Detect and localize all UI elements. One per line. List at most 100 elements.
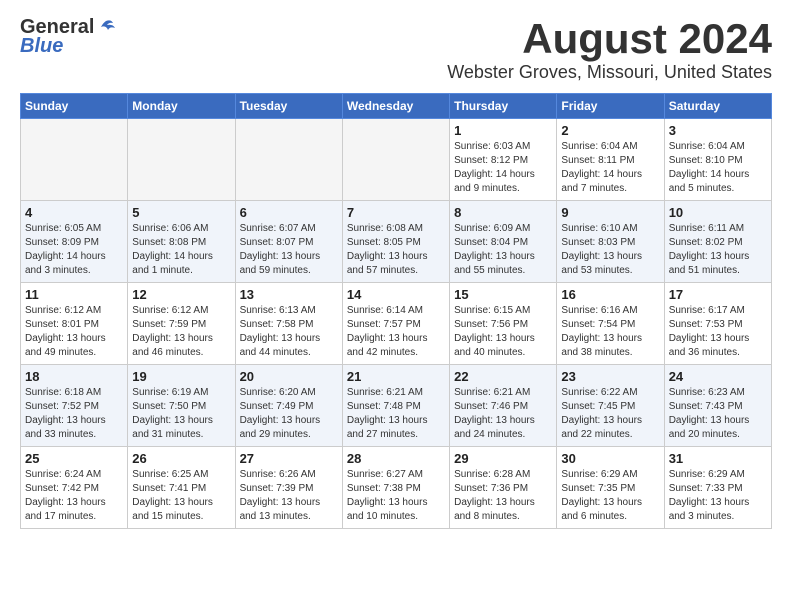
calendar-day-cell: 9Sunrise: 6:10 AM Sunset: 8:03 PM Daylig…	[557, 201, 664, 283]
day-number: 10	[669, 205, 767, 220]
calendar-week-row: 25 Sunrise: 6:24 AM Sunset: 7:42 PM Dayli…	[21, 447, 772, 529]
day-number: 17	[669, 287, 767, 302]
calendar-body: 1 Sunrise: 6:03 AM Sunset: 8:12 PM Daylig…	[21, 119, 772, 529]
weekday-header-cell: Thursday	[450, 94, 557, 119]
day-info: Sunrise: 6:13 AM Sunset: 7:58 PM Dayligh…	[240, 304, 338, 360]
calendar-day-cell: 15Sunrise: 6:15 AM Sunset: 7:56 PM Dayli…	[450, 283, 557, 365]
calendar-day-cell: 29Sunrise: 6:28 AM Sunset: 7:36 PM Dayli…	[450, 447, 557, 529]
calendar-day-cell	[235, 119, 342, 201]
day-info: Sunrise: 6:23 AM Sunset: 7:43 PM Dayligh…	[669, 386, 767, 442]
day-info: Sunrise: 6:21 AM Sunset: 7:46 PM Dayligh…	[454, 386, 552, 442]
calendar-day-cell: 20 Sunrise: 6:20 AM Sunset: 7:49 PM Dayli…	[235, 365, 342, 447]
day-number: 11	[25, 287, 123, 302]
calendar-day-cell: 2 Sunrise: 6:04 AM Sunset: 8:11 PM Daylig…	[557, 119, 664, 201]
month-title: August 2024	[447, 16, 772, 62]
weekday-header-cell: Wednesday	[342, 94, 449, 119]
day-number: 24	[669, 369, 767, 384]
day-number: 7	[347, 205, 445, 220]
day-number: 16	[561, 287, 659, 302]
location-title: Webster Groves, Missouri, United States	[447, 62, 772, 83]
calendar-day-cell: 3Sunrise: 6:04 AM Sunset: 8:10 PM Daylig…	[664, 119, 771, 201]
calendar-day-cell: 18 Sunrise: 6:18 AM Sunset: 7:52 PM Dayli…	[21, 365, 128, 447]
day-info: Sunrise: 6:05 AM Sunset: 8:09 PM Dayligh…	[25, 222, 123, 278]
weekday-header-row: SundayMondayTuesdayWednesdayThursdayFrid…	[21, 94, 772, 119]
day-info: Sunrise: 6:14 AM Sunset: 7:57 PM Dayligh…	[347, 304, 445, 360]
day-number: 29	[454, 451, 552, 466]
calendar-day-cell: 8 Sunrise: 6:09 AM Sunset: 8:04 PM Daylig…	[450, 201, 557, 283]
calendar-day-cell: 6Sunrise: 6:07 AM Sunset: 8:07 PM Daylig…	[235, 201, 342, 283]
day-number: 13	[240, 287, 338, 302]
day-info: Sunrise: 6:12 AM Sunset: 8:01 PM Dayligh…	[25, 304, 123, 360]
calendar-day-cell	[128, 119, 235, 201]
day-info: Sunrise: 6:08 AM Sunset: 8:05 PM Dayligh…	[347, 222, 445, 278]
title-section: August 2024 Webster Groves, Missouri, Un…	[447, 16, 772, 83]
calendar-day-cell: 30 Sunrise: 6:29 AM Sunset: 7:35 PM Dayli…	[557, 447, 664, 529]
day-number: 18	[25, 369, 123, 384]
day-info: Sunrise: 6:18 AM Sunset: 7:52 PM Dayligh…	[25, 386, 123, 442]
calendar-day-cell	[21, 119, 128, 201]
day-number: 22	[454, 369, 552, 384]
day-number: 14	[347, 287, 445, 302]
day-number: 8	[454, 205, 552, 220]
day-number: 31	[669, 451, 767, 466]
day-info: Sunrise: 6:07 AM Sunset: 8:07 PM Dayligh…	[240, 222, 338, 278]
calendar-day-cell: 21 Sunrise: 6:21 AM Sunset: 7:48 PM Dayli…	[342, 365, 449, 447]
calendar-day-cell: 25 Sunrise: 6:24 AM Sunset: 7:42 PM Dayli…	[21, 447, 128, 529]
day-number: 5	[132, 205, 230, 220]
day-info: Sunrise: 6:29 AM Sunset: 7:33 PM Dayligh…	[669, 468, 767, 524]
day-info: Sunrise: 6:19 AM Sunset: 7:50 PM Dayligh…	[132, 386, 230, 442]
day-info: Sunrise: 6:29 AM Sunset: 7:35 PM Dayligh…	[561, 468, 659, 524]
calendar-day-cell: 13 Sunrise: 6:13 AM Sunset: 7:58 PM Dayli…	[235, 283, 342, 365]
calendar-week-row: 1 Sunrise: 6:03 AM Sunset: 8:12 PM Daylig…	[21, 119, 772, 201]
day-info: Sunrise: 6:06 AM Sunset: 8:08 PM Dayligh…	[132, 222, 230, 278]
day-number: 27	[240, 451, 338, 466]
calendar-day-cell: 27Sunrise: 6:26 AM Sunset: 7:39 PM Dayli…	[235, 447, 342, 529]
calendar-week-row: 4 Sunrise: 6:05 AM Sunset: 8:09 PM Daylig…	[21, 201, 772, 283]
day-info: Sunrise: 6:24 AM Sunset: 7:42 PM Dayligh…	[25, 468, 123, 524]
day-info: Sunrise: 6:11 AM Sunset: 8:02 PM Dayligh…	[669, 222, 767, 278]
calendar-day-cell: 16 Sunrise: 6:16 AM Sunset: 7:54 PM Dayli…	[557, 283, 664, 365]
day-info: Sunrise: 6:03 AM Sunset: 8:12 PM Dayligh…	[454, 140, 552, 196]
calendar-table: SundayMondayTuesdayWednesdayThursdayFrid…	[20, 93, 772, 529]
calendar-day-cell: 22 Sunrise: 6:21 AM Sunset: 7:46 PM Dayli…	[450, 365, 557, 447]
weekday-header-cell: Tuesday	[235, 94, 342, 119]
day-number: 2	[561, 123, 659, 138]
calendar-day-cell: 28Sunrise: 6:27 AM Sunset: 7:38 PM Dayli…	[342, 447, 449, 529]
calendar-day-cell: 11 Sunrise: 6:12 AM Sunset: 8:01 PM Dayli…	[21, 283, 128, 365]
weekday-header-cell: Sunday	[21, 94, 128, 119]
calendar-day-cell: 24 Sunrise: 6:23 AM Sunset: 7:43 PM Dayli…	[664, 365, 771, 447]
day-info: Sunrise: 6:12 AM Sunset: 7:59 PM Dayligh…	[132, 304, 230, 360]
calendar-day-cell: 4 Sunrise: 6:05 AM Sunset: 8:09 PM Daylig…	[21, 201, 128, 283]
day-info: Sunrise: 6:09 AM Sunset: 8:04 PM Dayligh…	[454, 222, 552, 278]
day-number: 1	[454, 123, 552, 138]
logo-blue: Blue	[20, 35, 63, 58]
weekday-header-cell: Friday	[557, 94, 664, 119]
weekday-header-cell: Monday	[128, 94, 235, 119]
calendar-day-cell: 23 Sunrise: 6:22 AM Sunset: 7:45 PM Dayli…	[557, 365, 664, 447]
weekday-header-cell: Saturday	[664, 94, 771, 119]
day-info: Sunrise: 6:15 AM Sunset: 7:56 PM Dayligh…	[454, 304, 552, 360]
logo-bird-icon	[95, 17, 117, 39]
day-info: Sunrise: 6:21 AM Sunset: 7:48 PM Dayligh…	[347, 386, 445, 442]
day-number: 25	[25, 451, 123, 466]
day-number: 30	[561, 451, 659, 466]
page-header: General Blue August 2024 Webster Groves,…	[20, 16, 772, 83]
day-info: Sunrise: 6:20 AM Sunset: 7:49 PM Dayligh…	[240, 386, 338, 442]
day-number: 23	[561, 369, 659, 384]
day-info: Sunrise: 6:10 AM Sunset: 8:03 PM Dayligh…	[561, 222, 659, 278]
day-info: Sunrise: 6:25 AM Sunset: 7:41 PM Dayligh…	[132, 468, 230, 524]
day-info: Sunrise: 6:04 AM Sunset: 8:11 PM Dayligh…	[561, 140, 659, 196]
day-number: 20	[240, 369, 338, 384]
calendar-week-row: 11 Sunrise: 6:12 AM Sunset: 8:01 PM Dayli…	[21, 283, 772, 365]
day-info: Sunrise: 6:16 AM Sunset: 7:54 PM Dayligh…	[561, 304, 659, 360]
day-info: Sunrise: 6:27 AM Sunset: 7:38 PM Dayligh…	[347, 468, 445, 524]
day-number: 21	[347, 369, 445, 384]
logo: General Blue	[20, 16, 118, 58]
calendar-day-cell: 10 Sunrise: 6:11 AM Sunset: 8:02 PM Dayli…	[664, 201, 771, 283]
calendar-day-cell: 5 Sunrise: 6:06 AM Sunset: 8:08 PM Daylig…	[128, 201, 235, 283]
calendar-day-cell: 7 Sunrise: 6:08 AM Sunset: 8:05 PM Daylig…	[342, 201, 449, 283]
day-number: 3	[669, 123, 767, 138]
calendar-day-cell: 12Sunrise: 6:12 AM Sunset: 7:59 PM Dayli…	[128, 283, 235, 365]
day-info: Sunrise: 6:22 AM Sunset: 7:45 PM Dayligh…	[561, 386, 659, 442]
day-number: 4	[25, 205, 123, 220]
